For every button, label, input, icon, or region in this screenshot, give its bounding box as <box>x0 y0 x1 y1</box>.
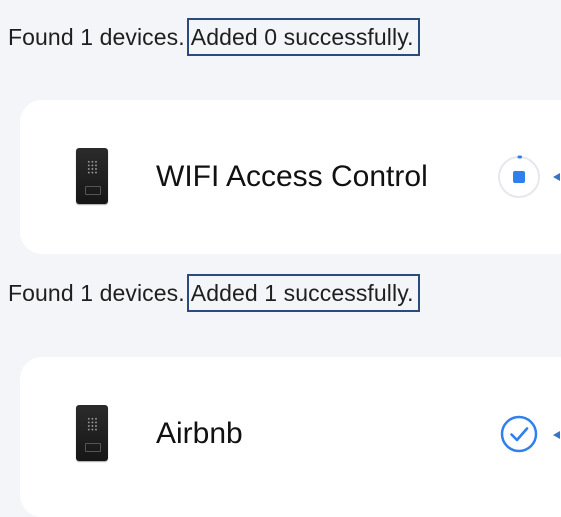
access-control-device-icon <box>76 148 108 204</box>
keypad-dots <box>87 160 98 174</box>
device-card-airbnb[interactable]: Airbnb <box>20 357 561 517</box>
device-name: Airbnb <box>156 417 243 450</box>
card-reader <box>85 186 101 195</box>
arrow-indicator-icon <box>553 431 560 439</box>
access-control-device-icon <box>76 405 108 461</box>
stop-progress-icon[interactable] <box>497 155 541 199</box>
found-devices-text: Found 1 devices. <box>8 280 185 306</box>
found-devices-text: Found 1 devices. <box>8 24 185 50</box>
added-count-highlight: Added 0 successfully. <box>186 18 420 56</box>
added-count-highlight: Added 1 successfully. <box>186 274 420 312</box>
arrow-indicator-icon <box>553 173 560 181</box>
card-reader <box>85 443 101 452</box>
device-name: WIFI Access Control <box>156 160 428 193</box>
scan-status-text: Found 1 devices. Added 1 successfully. <box>8 274 420 312</box>
check-circle-icon <box>500 415 538 453</box>
keypad-dots <box>87 417 98 431</box>
scan-status-text: Found 1 devices. Added 0 successfully. <box>8 18 420 56</box>
device-card-wifi-access-control[interactable]: WIFI Access Control <box>20 100 561 254</box>
